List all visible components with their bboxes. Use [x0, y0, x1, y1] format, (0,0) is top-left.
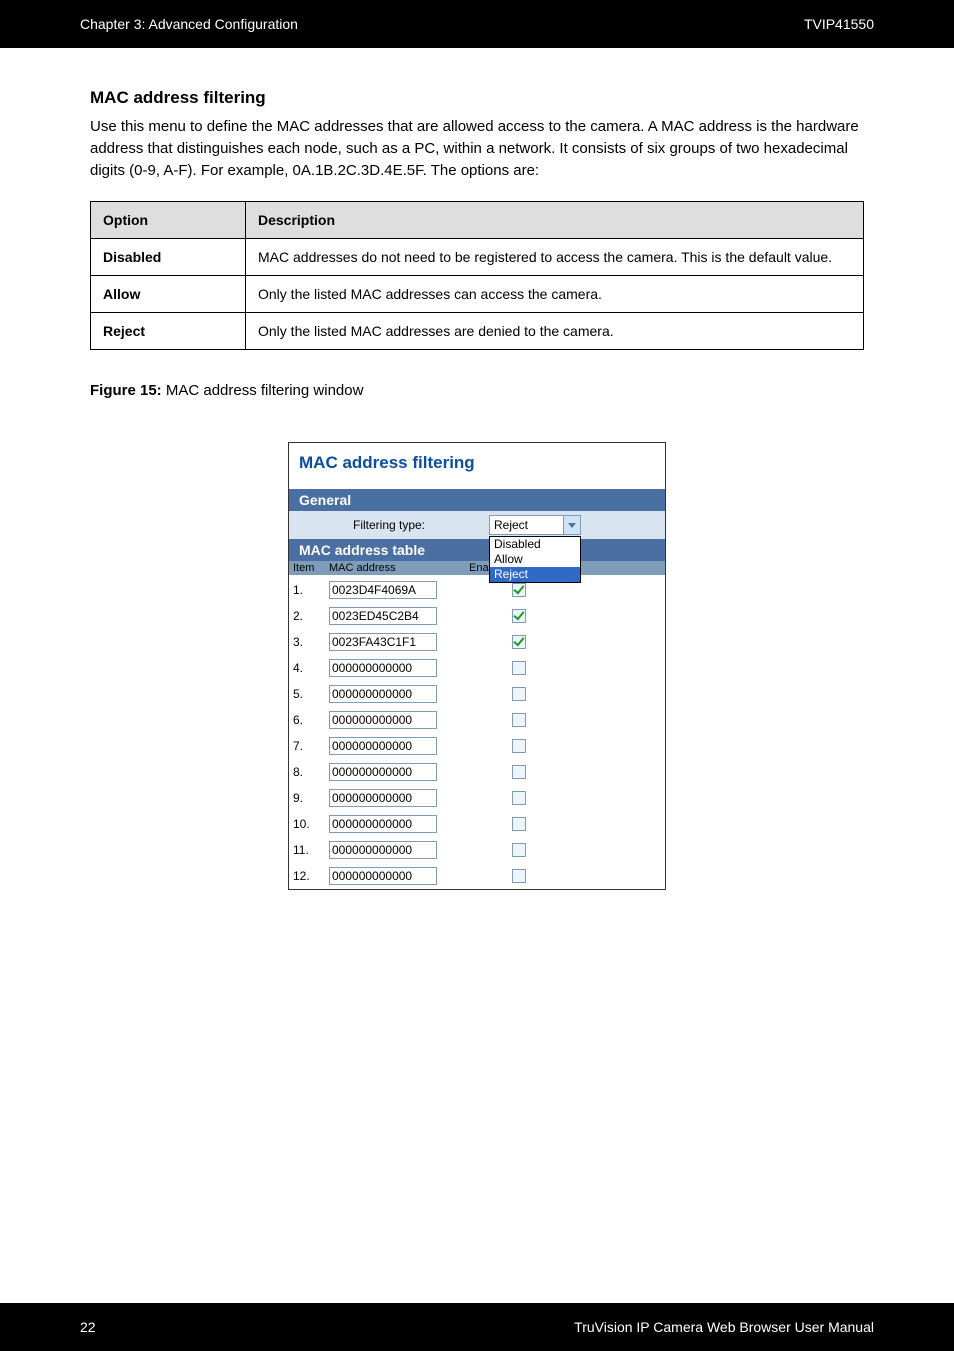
mac-table-header: Item MAC address Enable	[289, 561, 665, 575]
filter-type-row: Filtering type: Reject DisabledAllowReje…	[289, 511, 665, 539]
section-title: MAC address filtering	[90, 88, 864, 108]
enable-checkbox[interactable]	[512, 791, 526, 805]
options-header-option: Option	[91, 202, 246, 239]
enable-checkbox[interactable]	[512, 765, 526, 779]
mac-address-input[interactable]	[329, 737, 437, 755]
mac-table-band: MAC address table	[289, 539, 665, 561]
table-row: DisabledMAC addresses do not need to be …	[91, 239, 864, 276]
mac-row-index: 6.	[293, 713, 329, 727]
mac-row: 10.	[293, 811, 661, 837]
footer-left: 22	[80, 1319, 96, 1335]
mac-address-input[interactable]	[329, 685, 437, 703]
mac-row: 8.	[293, 759, 661, 785]
enable-checkbox[interactable]	[512, 869, 526, 883]
footer-right: TruVision IP Camera Web Browser User Man…	[574, 1319, 874, 1335]
col-mac: MAC address	[329, 562, 469, 574]
page-header: Chapter 3: Advanced Configuration TVIP41…	[0, 0, 954, 48]
options-table: Option Description DisabledMAC addresses…	[90, 201, 864, 350]
table-row: RejectOnly the listed MAC addresses are …	[91, 313, 864, 350]
enable-checkbox[interactable]	[512, 843, 526, 857]
general-band: General	[289, 489, 665, 511]
enable-checkbox[interactable]	[512, 713, 526, 727]
mac-address-input[interactable]	[329, 633, 437, 651]
mac-row: 2.	[293, 603, 661, 629]
filter-option[interactable]: Allow	[490, 552, 580, 567]
section-intro: Use this menu to define the MAC addresse…	[90, 116, 864, 181]
enable-checkbox[interactable]	[512, 583, 526, 597]
enable-checkbox[interactable]	[512, 687, 526, 701]
mac-row-index: 12.	[293, 869, 329, 883]
mac-filter-panel: MAC address filtering General Filtering …	[288, 442, 666, 890]
option-desc: Only the listed MAC addresses are denied…	[246, 313, 864, 350]
filter-type-label: Filtering type:	[289, 518, 489, 532]
option-name: Reject	[91, 313, 246, 350]
mac-row-index: 9.	[293, 791, 329, 805]
filter-type-dropdown[interactable]: DisabledAllowReject	[489, 536, 581, 583]
mac-row: 3.	[293, 629, 661, 655]
mac-row-index: 2.	[293, 609, 329, 623]
mac-row: 9.	[293, 785, 661, 811]
chevron-down-icon	[563, 516, 580, 534]
enable-checkbox[interactable]	[512, 609, 526, 623]
option-desc: MAC addresses do not need to be register…	[246, 239, 864, 276]
mac-address-input[interactable]	[329, 659, 437, 677]
mac-row-index: 11.	[293, 843, 329, 857]
mac-address-input[interactable]	[329, 581, 437, 599]
mac-row: 6.	[293, 707, 661, 733]
filter-type-selected: Reject	[494, 518, 528, 532]
header-right: TVIP41550	[804, 16, 874, 32]
mac-row: 11.	[293, 837, 661, 863]
mac-address-input[interactable]	[329, 763, 437, 781]
mac-row: 4.	[293, 655, 661, 681]
mac-address-input[interactable]	[329, 867, 437, 885]
figure-caption-text: MAC address filtering window	[166, 382, 364, 399]
mac-row: 7.	[293, 733, 661, 759]
figure-caption-prefix: Figure 15:	[90, 382, 162, 399]
mac-row-index: 8.	[293, 765, 329, 779]
mac-row-index: 3.	[293, 635, 329, 649]
mac-row-index: 5.	[293, 687, 329, 701]
option-desc: Only the listed MAC addresses can access…	[246, 276, 864, 313]
mac-address-input[interactable]	[329, 815, 437, 833]
table-row: AllowOnly the listed MAC addresses can a…	[91, 276, 864, 313]
filter-option[interactable]: Reject	[490, 567, 580, 582]
mac-address-input[interactable]	[329, 607, 437, 625]
mac-panel-title: MAC address filtering	[289, 443, 665, 489]
options-header-description: Description	[246, 202, 864, 239]
col-item: Item	[293, 562, 329, 574]
mac-row: 5.	[293, 681, 661, 707]
enable-checkbox[interactable]	[512, 739, 526, 753]
mac-row-index: 1.	[293, 583, 329, 597]
header-left: Chapter 3: Advanced Configuration	[80, 16, 298, 32]
mac-row-index: 4.	[293, 661, 329, 675]
mac-table-body: 1. 2. 3. 4. 5. 6. 7. 8. 9. 10. 11. 12.	[289, 575, 665, 889]
option-name: Disabled	[91, 239, 246, 276]
mac-address-input[interactable]	[329, 711, 437, 729]
page-footer: 22 TruVision IP Camera Web Browser User …	[0, 1303, 954, 1351]
filter-option[interactable]: Disabled	[490, 537, 580, 552]
figure-caption: Figure 15: MAC address filtering window	[90, 380, 864, 402]
option-name: Allow	[91, 276, 246, 313]
filter-type-select[interactable]: Reject DisabledAllowReject	[489, 515, 581, 535]
mac-row: 12.	[293, 863, 661, 889]
mac-row: 1.	[293, 577, 661, 603]
enable-checkbox[interactable]	[512, 817, 526, 831]
mac-row-index: 7.	[293, 739, 329, 753]
enable-checkbox[interactable]	[512, 661, 526, 675]
mac-row-index: 10.	[293, 817, 329, 831]
mac-address-input[interactable]	[329, 789, 437, 807]
mac-address-input[interactable]	[329, 841, 437, 859]
enable-checkbox[interactable]	[512, 635, 526, 649]
